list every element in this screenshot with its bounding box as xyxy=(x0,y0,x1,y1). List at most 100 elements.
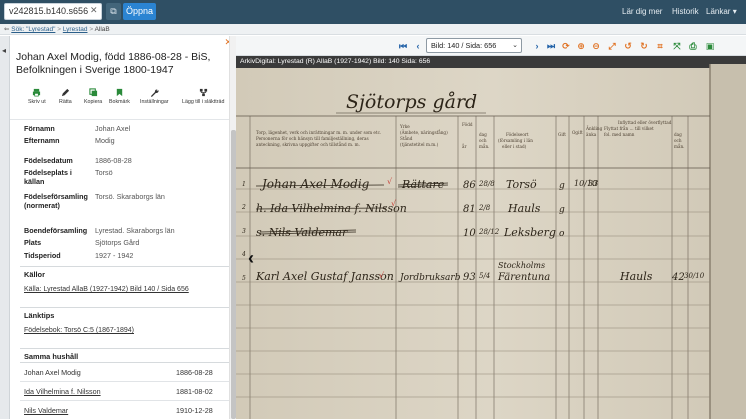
residence-parish-value: Lyrestad. Skaraborgs län xyxy=(95,226,175,235)
learn-more-link[interactable]: Lär dig mer xyxy=(622,7,662,16)
svg-text:eller i stad): eller i stad) xyxy=(502,144,527,149)
svg-text:2/8: 2/8 xyxy=(478,204,491,212)
viewer-toolbar: ⏮ ‹ Bild: 140 / Sida: 656 ⌄ › ⏭ ⟳ ⊕ ⊖ ⤢ ↺… xyxy=(236,36,746,56)
bookmark-button[interactable]: Bokmärk xyxy=(109,88,130,105)
header-col-1: Torp, lägenhet, verk och inrättningar m.… xyxy=(256,130,381,135)
divider xyxy=(20,266,230,267)
svg-text:86: 86 xyxy=(463,180,476,191)
svg-text:2: 2 xyxy=(241,204,246,211)
svg-text:Färentuna: Färentuna xyxy=(497,272,550,283)
expand-icon[interactable]: ⤧ xyxy=(672,41,682,51)
next-page-icon[interactable]: › xyxy=(532,41,542,51)
previous-page-icon[interactable]: ‹ xyxy=(413,41,423,51)
open-button[interactable]: Öppna xyxy=(123,3,156,20)
pencil-icon xyxy=(61,88,69,97)
clear-icon[interactable]: ✕ xyxy=(90,5,98,16)
image-caption: ArkivDigital: Lyrestad (R) AllaB (1927-1… xyxy=(240,58,431,65)
svg-text:Leksberg: Leksberg xyxy=(503,226,556,239)
svg-text:mån.: mån. xyxy=(674,144,685,149)
birth-record-link[interactable]: Födelsebok: Torsö C:5 (1867-1894) xyxy=(24,327,134,334)
svg-text:93: 93 xyxy=(463,272,476,283)
wrench-icon xyxy=(150,89,159,97)
add-to-tree-button[interactable]: Lägg till i släktträd xyxy=(182,88,224,105)
birth-date-value: 1886-08-28 xyxy=(95,156,132,165)
svg-text:4: 4 xyxy=(241,251,246,258)
first-name-label: Förnamn xyxy=(24,124,55,133)
svg-text:Ogift: Ogift xyxy=(572,130,583,135)
crop-icon[interactable]: ⌗ xyxy=(655,41,665,51)
print-button[interactable]: Skriv ut xyxy=(28,88,46,105)
svg-text:Änkling: Änkling xyxy=(585,126,603,131)
save-image-icon[interactable]: ▣ xyxy=(705,41,715,51)
birth-date-label: Födelsedatum xyxy=(24,156,73,165)
svg-text:år: år xyxy=(462,144,467,149)
breadcrumb-lyrestad[interactable]: Lyrestad xyxy=(63,26,88,33)
svg-text:g: g xyxy=(559,181,565,191)
links-menu[interactable]: Länkar ▾ xyxy=(706,7,737,16)
svg-text:42: 42 xyxy=(671,272,685,283)
breadcrumb-arrow-icon: ⇐ xyxy=(4,26,10,33)
birth-parish-label: Födelseförsamling (normerat) xyxy=(24,192,88,210)
place-label: Plats xyxy=(24,238,42,247)
birth-place-label: Födelseplats i källan xyxy=(24,168,72,186)
panel-toggle-strip[interactable]: ◂ xyxy=(0,36,10,419)
svg-text:33: 33 xyxy=(588,179,598,188)
refresh-icon[interactable]: ⟳ xyxy=(561,41,571,51)
source-link[interactable]: Källa: Lyrestad AllaB (1927-1942) Bild 1… xyxy=(24,286,189,293)
svg-text:√: √ xyxy=(391,199,397,208)
zoom-out-icon[interactable]: ⊖ xyxy=(591,41,601,51)
birth-place-value: Torsö xyxy=(95,168,113,177)
link-tips-heading: Länktips xyxy=(24,311,55,320)
last-name-label: Efternamn xyxy=(24,136,60,145)
household-date: 1881-08-02 xyxy=(176,387,213,396)
svg-text:(tjänstetitel m.m.): (tjänstetitel m.m.) xyxy=(400,142,439,147)
svg-text:Födelseort: Födelseort xyxy=(506,132,529,137)
rotate-left-icon[interactable]: ↺ xyxy=(623,41,633,51)
collapse-left-icon[interactable]: ◂ xyxy=(2,46,6,55)
bookmark-icon xyxy=(116,88,123,97)
edit-button[interactable]: Rätta xyxy=(59,88,72,105)
row-5-occupation: Jordbruksarb xyxy=(398,273,461,283)
fit-icon[interactable]: ⤢ xyxy=(607,41,617,51)
print-image-icon[interactable]: ⎙ xyxy=(688,41,698,51)
household-name-link[interactable]: Ida Vilhelmina f. Nilsson xyxy=(24,387,101,396)
household-date: 1886-08-28 xyxy=(176,368,213,377)
divider xyxy=(20,307,230,308)
rotate-right-icon[interactable]: ↻ xyxy=(639,41,649,51)
record-panel: ✕ Johan Axel Modig, född 1886-08-28 - Bi… xyxy=(10,36,236,419)
scanned-document: Torp, lägenhet, verk och inrättningar m.… xyxy=(236,56,746,419)
divider xyxy=(10,119,235,120)
birth-parish-value: Torsö. Skaraborgs län xyxy=(95,192,165,201)
page-select[interactable]: Bild: 140 / Sida: 656 ⌄ xyxy=(426,38,522,53)
household-row[interactable]: Nils Valdemar 1910-12-28 xyxy=(20,401,230,419)
svg-text:g: g xyxy=(559,205,565,215)
copy-search-button[interactable]: ⧉ xyxy=(106,3,121,20)
row-5-name: Karl Axel Gustaf Jansson xyxy=(255,270,394,283)
svg-text:Stånd: Stånd xyxy=(400,136,413,141)
period-value: 1927 - 1942 xyxy=(95,251,134,260)
last-name-value: Modig xyxy=(95,136,115,145)
svg-text:3: 3 xyxy=(242,228,246,235)
settings-button[interactable]: Inställningar xyxy=(140,88,169,105)
first-page-icon[interactable]: ⏮ xyxy=(398,41,408,51)
copy-button[interactable]: Kopiera xyxy=(84,88,102,105)
svg-text:dag: dag xyxy=(674,132,682,137)
svg-text:√: √ xyxy=(387,177,393,186)
place-value: Sjötorps Gård xyxy=(95,238,140,247)
svg-text:Personerna för och hänsyn till: Personerna för och hänsyn till familjest… xyxy=(256,136,369,141)
zoom-in-icon[interactable]: ⊕ xyxy=(576,41,586,51)
household-name-link[interactable]: Nils Valdemar xyxy=(24,406,68,415)
document-title-text: Sjötorps gård xyxy=(346,91,477,113)
svg-text:(Ämbete, näringsfång): (Ämbete, näringsfång) xyxy=(400,130,448,135)
last-page-icon[interactable]: ⏭ xyxy=(546,41,556,51)
residence-parish-label: Boendeförsamling xyxy=(24,226,88,235)
previous-image-icon[interactable]: ‹ xyxy=(248,248,254,269)
copy-icon xyxy=(88,88,97,97)
document-image-viewer[interactable]: Torp, lägenhet, verk och inrättningar m.… xyxy=(236,56,746,419)
household-row[interactable]: Ida Vilhelmina f. Nilsson 1881-08-02 xyxy=(20,382,230,401)
breadcrumb-search[interactable]: Sök: "Lyrestad" xyxy=(11,26,55,33)
search-input[interactable]: v242815.b140.s656 xyxy=(4,3,102,20)
svg-text:anteckning, skrivna uppgifter: anteckning, skrivna uppgifter och tillst… xyxy=(256,142,360,147)
panel-scrollbar[interactable] xyxy=(229,36,236,419)
history-link[interactable]: Historik xyxy=(672,7,699,16)
